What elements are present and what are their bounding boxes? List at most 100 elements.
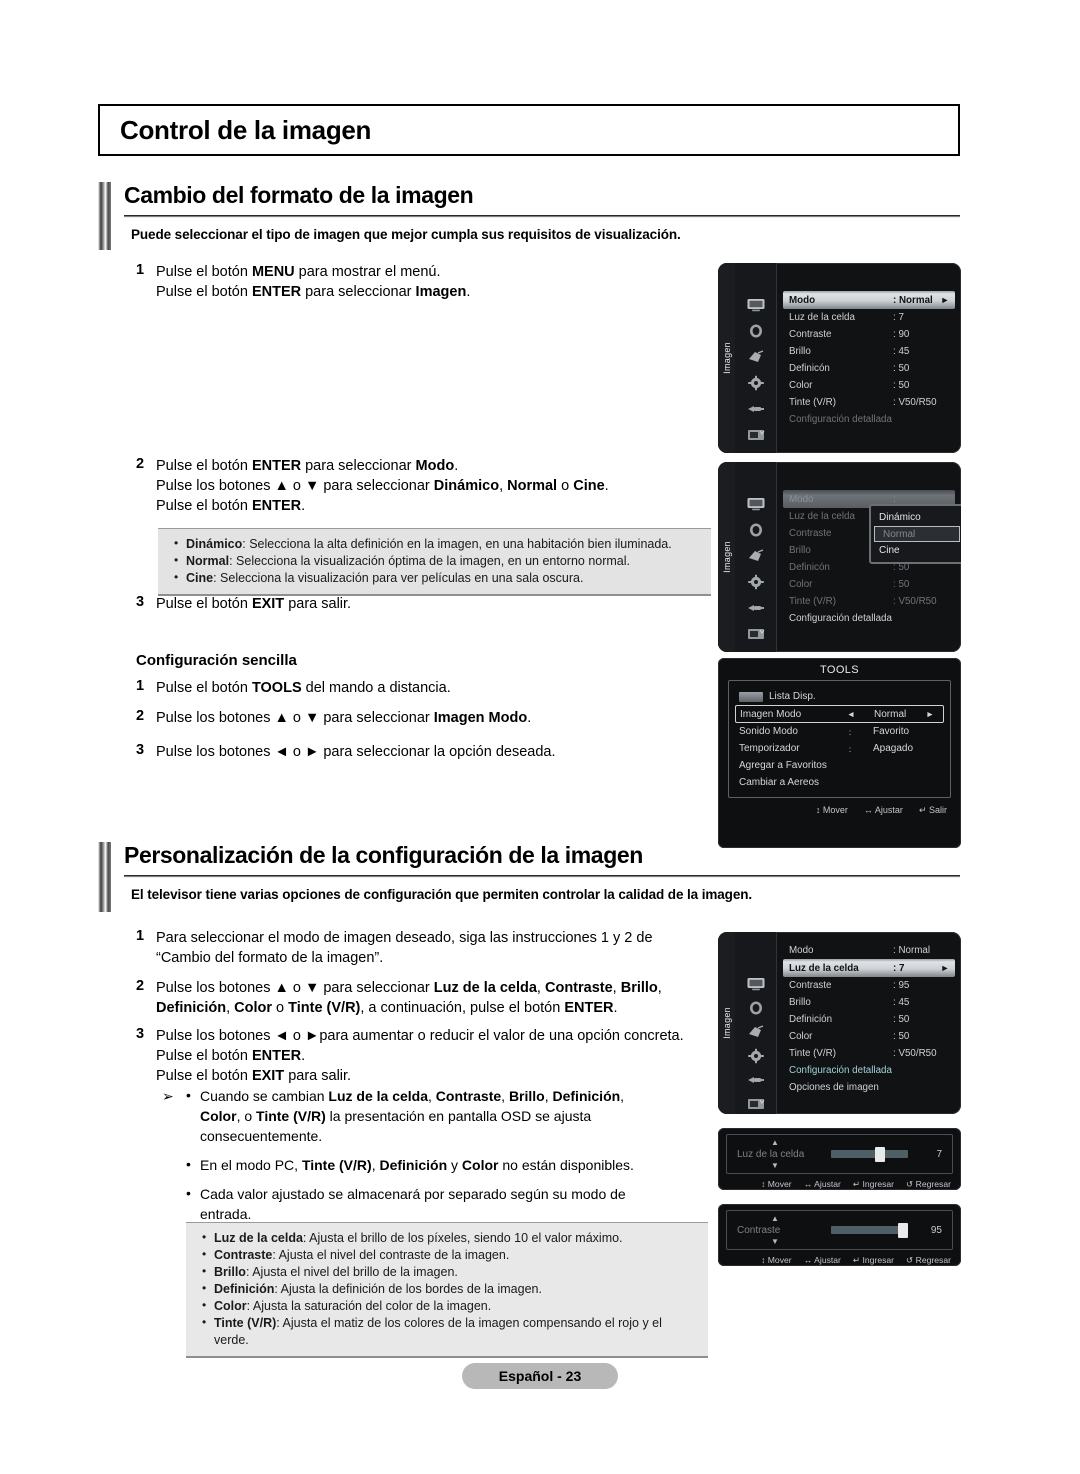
channel-icon[interactable] <box>746 548 766 564</box>
osd-menu-row[interactable]: Tinte (V/R): V50/R50 <box>777 1045 961 1062</box>
osd-row-value: : 50 <box>893 1031 910 1042</box>
chevron-right-icon[interactable]: ► <box>935 963 955 973</box>
slider-knob[interactable] <box>897 1223 908 1238</box>
slider-updown-arrows[interactable]: ▲ ▼ <box>769 1214 781 1246</box>
definitions-note-box: Luz de la celda: Ajusta el brillo de los… <box>186 1222 708 1358</box>
chevron-right-icon[interactable]: ► <box>917 709 943 719</box>
osd-row-label: Modo <box>789 294 816 306</box>
chevron-left-icon[interactable]: : <box>839 744 861 754</box>
tools-menu-panel[interactable]: TOOLS Lista Disp. Imagen Modo ◄ Normal ► Son… <box>718 658 961 848</box>
osd-menu-row[interactable]: Configuración detallada <box>777 411 961 428</box>
support-icon[interactable] <box>746 427 766 443</box>
osd-tab-imagen[interactable]: Imagen <box>718 263 735 453</box>
hint-label: Ingresar <box>862 1255 895 1265</box>
tools-menu-row[interactable]: Sonido Modo: Favorito <box>729 723 950 740</box>
osd-menu-row[interactable]: Opciones de imagen <box>777 1079 961 1096</box>
osd-menu-row[interactable]: Definición: 50 <box>777 1011 961 1028</box>
slider-value: 7 <box>936 1148 942 1160</box>
tools-menu-row[interactable]: Imagen Modo ◄ Normal ► <box>735 705 944 723</box>
chevron-left-icon[interactable]: : <box>839 727 861 737</box>
slider-panel-contraste[interactable]: ▲ ▼ Contraste 95 ↕ Mover ↔ Ajustar ↵ Ingre… <box>718 1204 961 1266</box>
down-arrow-icon[interactable]: ▼ <box>771 1161 779 1170</box>
osd-menu-row[interactable]: Modo : Normal ► <box>783 291 955 309</box>
slider-track[interactable] <box>831 1147 908 1162</box>
tools-menu-row[interactable]: Temporizador: Apagado <box>729 740 950 757</box>
osd-menu-row[interactable]: Color: 50 <box>777 377 961 394</box>
osd-menu-row[interactable]: Tinte (V/R): V50/R50 <box>777 394 961 411</box>
tools-row-value: Favorito <box>873 726 910 737</box>
osd-icon-column <box>735 932 777 1114</box>
osd-picture-menu-1[interactable]: Imagen Modo: Normal ► Luz de la celda: 7 Co… <box>718 263 961 453</box>
up-arrow-icon[interactable]: ▲ <box>771 1214 779 1223</box>
footer-hint: ↔ Ajustar <box>804 1255 841 1266</box>
mode-dropdown[interactable]: Dinámico Normal Cine <box>869 504 961 564</box>
support-icon[interactable] <box>746 626 766 642</box>
osd-row-label: Configuración detallada <box>789 414 892 425</box>
osd-row-value: : <box>893 493 896 505</box>
picture-icon[interactable] <box>746 496 766 512</box>
sound-icon[interactable] <box>746 323 766 339</box>
section-lead-text: El televisor tiene varias opciones de co… <box>131 887 753 902</box>
osd-row-value: : V50/R50 <box>893 1048 937 1059</box>
osd-menu-row[interactable]: Color: 50 <box>777 1028 961 1045</box>
page-number-badge: Español - 23 <box>462 1363 618 1389</box>
slider-value: 95 <box>930 1224 942 1236</box>
step-1-3: 3 Pulse el botón EXIT para salir. <box>130 594 550 614</box>
input-plug-icon[interactable] <box>746 600 766 616</box>
hint-icon: ↕ <box>761 1179 768 1189</box>
channel-icon[interactable] <box>746 349 766 365</box>
dropdown-option[interactable]: Dinámico <box>871 509 961 526</box>
tools-row-lista-disp[interactable]: Lista Disp. <box>729 688 950 705</box>
footer-hint: ↺ Regresar <box>906 1179 951 1190</box>
osd-picture-menu-2[interactable]: Imagen Modo:Luz de la celda:Contraste:Br… <box>718 462 961 652</box>
slider-updown-arrows[interactable]: ▲ ▼ <box>769 1138 781 1170</box>
hint-icon: ↕ <box>815 805 823 815</box>
hint-label: Salir <box>928 805 947 815</box>
osd-menu-row[interactable]: Configuración detallada <box>777 1062 961 1079</box>
dropdown-option[interactable]: Normal <box>874 526 960 542</box>
down-arrow-icon[interactable]: ▼ <box>771 1237 779 1246</box>
input-plug-icon[interactable] <box>746 401 766 417</box>
step-text: Pulse los botones ▲ o ▼ para seleccionar… <box>156 710 532 726</box>
support-icon[interactable] <box>746 1096 766 1112</box>
setup-gear-icon[interactable] <box>746 574 766 590</box>
osd-menu-row[interactable]: Definicón: 50 <box>777 360 961 377</box>
dropdown-option[interactable]: Cine <box>871 542 961 559</box>
osd-tab-imagen[interactable]: Imagen <box>718 932 735 1114</box>
osd-menu-row[interactable]: Contraste: 95 <box>777 977 961 994</box>
up-arrow-icon[interactable]: ▲ <box>771 1138 779 1147</box>
chevron-left-icon[interactable]: ◄ <box>840 709 862 719</box>
setup-gear-icon[interactable] <box>746 1048 766 1064</box>
input-plug-icon[interactable] <box>746 1072 766 1088</box>
picture-icon[interactable] <box>746 297 766 313</box>
picture-icon[interactable] <box>746 976 766 992</box>
osd-row-label: Opciones de imagen <box>789 1082 879 1093</box>
osd-menu-row[interactable]: Luz de la celda: 7 ► <box>783 959 955 977</box>
tools-menu-row[interactable]: Agregar a Favoritos <box>729 757 950 774</box>
osd-menu-row[interactable]: Color: 50 <box>777 576 961 593</box>
slider-panel-luz-de-la-celda[interactable]: ▲ ▼ Luz de la celda 7 ↕ Mover ↔ Ajustar ↵ … <box>718 1128 961 1190</box>
slider-knob[interactable] <box>874 1147 885 1162</box>
osd-menu-row[interactable]: Brillo: 45 <box>777 343 961 360</box>
osd-menu-row[interactable]: Modo: Normal <box>777 942 961 959</box>
slider-footer-hints: ↕ Mover ↔ Ajustar ↵ Ingresar ↺ Regresar <box>718 1250 961 1266</box>
note-list-item: Color: Ajusta la saturación del color de… <box>202 1297 696 1315</box>
osd-menu-row[interactable]: Contraste: 90 <box>777 326 961 343</box>
osd-menu-row[interactable]: Brillo: 45 <box>777 994 961 1011</box>
osd-menu-row[interactable]: Configuración detallada <box>777 610 961 627</box>
osd-picture-menu-3[interactable]: Imagen Modo: Normal Luz de la celda: 7 ► Co… <box>718 932 961 1114</box>
osd-row-value: : Normal <box>893 294 933 306</box>
chevron-right-icon[interactable]: ► <box>935 295 955 305</box>
osd-row-label: Modo <box>789 945 814 956</box>
osd-menu-row[interactable]: Tinte (V/R): V50/R50 <box>777 593 961 610</box>
slider-track[interactable] <box>831 1223 908 1238</box>
sound-icon[interactable] <box>746 522 766 538</box>
sound-icon[interactable] <box>746 1000 766 1016</box>
channel-icon[interactable] <box>746 1024 766 1040</box>
hint-icon: ↔ <box>803 1255 815 1265</box>
osd-menu-row[interactable]: Luz de la celda: 7 <box>777 309 961 326</box>
setup-gear-icon[interactable] <box>746 375 766 391</box>
tools-menu-row[interactable]: Cambiar a Aereos <box>729 774 950 791</box>
osd-tab-imagen[interactable]: Imagen <box>718 462 735 652</box>
step-2-3: 3 Pulse los botones ◄ o ►para aumentar o… <box>130 1026 750 1086</box>
